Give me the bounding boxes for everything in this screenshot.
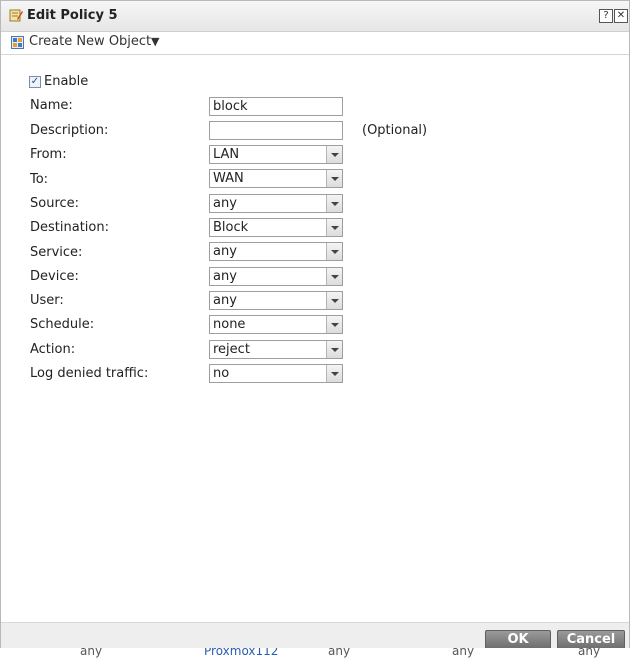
source-label: Source: (30, 196, 80, 211)
service-label: Service: (30, 245, 83, 260)
user-label: User: (30, 293, 64, 308)
to-label: To: (30, 172, 49, 187)
background-cell: any (328, 648, 351, 658)
from-label: From: (30, 147, 67, 162)
device-value: any (213, 269, 237, 284)
optional-hint: (Optional) (362, 123, 428, 138)
action-value: reject (213, 342, 250, 357)
enable-label: Enable (44, 74, 89, 89)
background-cell: any (80, 648, 103, 658)
user-value: any (213, 293, 237, 308)
log-denied-traffic-value: no (213, 366, 230, 381)
from-select[interactable]: LAN (209, 145, 343, 164)
schedule-label: Schedule: (30, 317, 95, 332)
name-input[interactable] (209, 97, 343, 116)
cancel-button[interactable]: Cancel (557, 630, 625, 649)
service-select[interactable]: any (209, 242, 343, 261)
help-button[interactable]: ? (599, 9, 613, 23)
device-select[interactable]: any (209, 267, 343, 286)
edit-icon (9, 9, 23, 22)
background-table-peek: any Proxmox112 any any any (0, 648, 632, 658)
dialog-titlebar[interactable]: Edit Policy 5 ? ✕ (1, 1, 629, 32)
source-value: any (213, 196, 237, 211)
source-select[interactable]: any (209, 194, 343, 213)
action-select[interactable]: reject (209, 340, 343, 359)
schedule-value: none (213, 317, 246, 332)
chevron-down-icon[interactable]: ▼ (151, 35, 159, 48)
schedule-select[interactable]: none (209, 315, 343, 334)
destination-label: Destination: (30, 220, 109, 235)
dialog-title: Edit Policy 5 (27, 8, 118, 23)
chevron-down-icon[interactable] (326, 292, 342, 309)
destination-select[interactable]: Block (209, 218, 343, 237)
chevron-down-icon[interactable] (326, 170, 342, 187)
background-cell: any (578, 648, 601, 658)
chevron-down-icon[interactable] (326, 243, 342, 260)
enable-checkbox[interactable]: ✓ (29, 76, 41, 88)
user-select[interactable]: any (209, 291, 343, 310)
device-label: Device: (30, 269, 79, 284)
from-value: LAN (213, 147, 240, 162)
background-link[interactable]: Proxmox112 (204, 648, 278, 658)
ok-button[interactable]: OK (485, 630, 551, 649)
dialog-toolbar: Create New Object ▼ (1, 32, 629, 55)
to-value: WAN (213, 171, 244, 186)
chevron-down-icon[interactable] (326, 195, 342, 212)
dialog-footer: OK Cancel (1, 622, 629, 650)
description-input[interactable] (209, 121, 343, 140)
service-value: any (213, 244, 237, 259)
log-denied-traffic-select[interactable]: no (209, 364, 343, 383)
create-new-object-menu[interactable]: Create New Object (29, 34, 151, 49)
destination-value: Block (213, 220, 249, 235)
object-icon (11, 36, 24, 49)
log-denied-traffic-label: Log denied traffic: (30, 366, 149, 381)
chevron-down-icon[interactable] (326, 341, 342, 358)
action-label: Action: (30, 342, 76, 357)
chevron-down-icon[interactable] (326, 316, 342, 333)
chevron-down-icon[interactable] (326, 146, 342, 163)
edit-policy-dialog: Edit Policy 5 ? ✕ Create New Object ▼ ✓ … (0, 0, 630, 650)
to-select[interactable]: WAN (209, 169, 343, 188)
chevron-down-icon[interactable] (326, 268, 342, 285)
name-label: Name: (30, 98, 73, 113)
chevron-down-icon[interactable] (326, 219, 342, 236)
background-cell: any (452, 648, 475, 658)
close-button[interactable]: ✕ (614, 9, 628, 23)
chevron-down-icon[interactable] (326, 365, 342, 382)
description-label: Description: (30, 123, 109, 138)
